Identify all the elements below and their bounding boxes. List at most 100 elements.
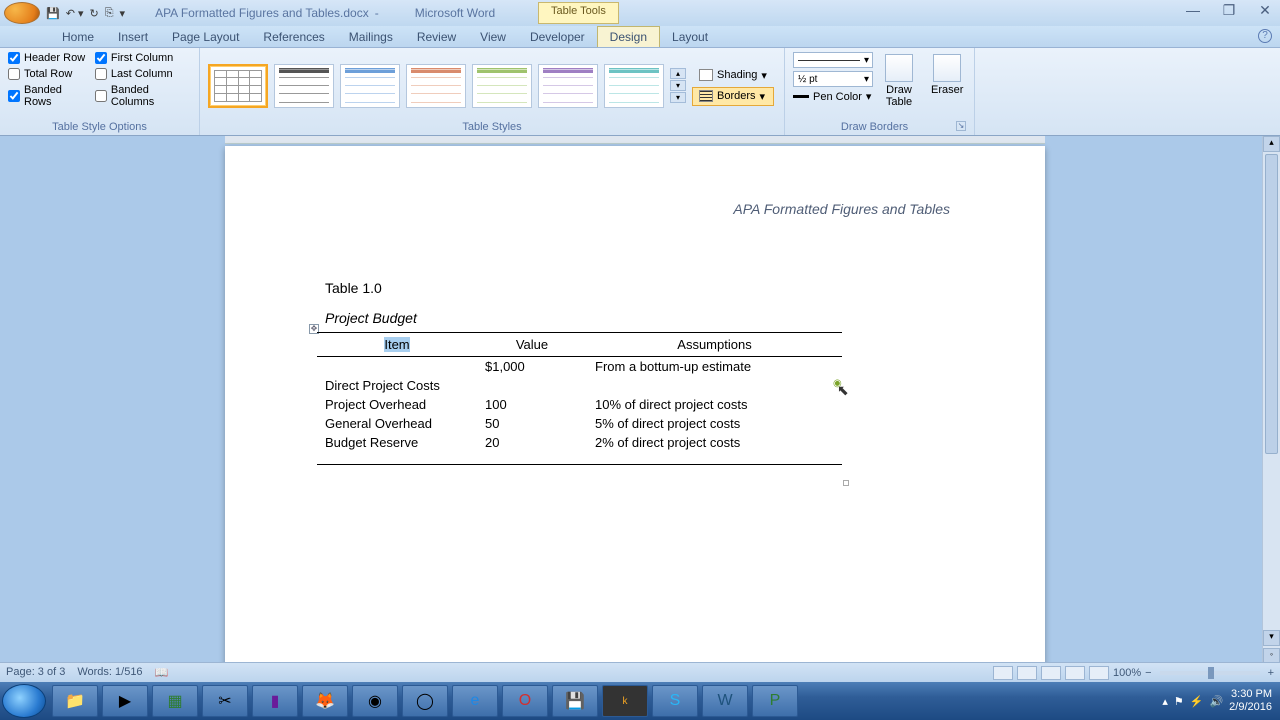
cursor-icon: ⬉	[837, 382, 849, 399]
tab-view[interactable]: View	[468, 27, 518, 47]
tab-design[interactable]: Design	[597, 26, 660, 47]
borders-button[interactable]: Borders ▾	[692, 87, 774, 106]
proofing-icon[interactable]: 📖	[155, 666, 169, 679]
scroll-thumb[interactable]	[1265, 154, 1278, 454]
maximize-button[interactable]: ❐	[1218, 3, 1240, 19]
chk-first-column[interactable]: First Column	[95, 52, 191, 64]
print-layout-view-button[interactable]	[993, 666, 1013, 680]
document-area: APA Formatted Figures and Tables Table 1…	[0, 136, 1280, 682]
tab-mailings[interactable]: Mailings	[337, 27, 405, 47]
undo-icon[interactable]: ↶ ▾	[66, 7, 84, 20]
shading-button[interactable]: Shading ▾	[692, 66, 774, 85]
title-bar: 💾 ↶ ▾ ↻ ⎘ ▾ APA Formatted Figures and Ta…	[0, 0, 1280, 26]
table-tools-context-tab: Table Tools	[538, 2, 619, 24]
page-indicator[interactable]: Page: 3 of 3	[6, 666, 65, 679]
taskbar-explorer-icon[interactable]: 📁	[52, 685, 98, 717]
qat-dropdown-icon[interactable]: ▾	[120, 7, 126, 20]
word-count[interactable]: Words: 1/516	[77, 666, 142, 679]
pen-color-button[interactable]: Pen Color ▾	[793, 90, 873, 103]
chk-last-column[interactable]: Last Column	[95, 68, 191, 80]
budget-table[interactable]: Item Value Assumptions $1,000From a bott…	[317, 332, 842, 465]
chk-header-row[interactable]: Header Row	[8, 52, 89, 64]
close-button[interactable]: ✕	[1254, 3, 1276, 19]
tab-developer[interactable]: Developer	[518, 27, 597, 47]
tab-home[interactable]: Home	[50, 27, 106, 47]
tab-insert[interactable]: Insert	[106, 27, 160, 47]
tray-network-icon[interactable]: ⚡	[1190, 695, 1204, 708]
taskbar-excel-icon[interactable]: ▦	[152, 685, 198, 717]
draw-table-button[interactable]: Draw Table	[879, 52, 919, 110]
taskbar-skype-icon[interactable]: S	[652, 685, 698, 717]
taskbar-hp-icon[interactable]: ◉	[352, 685, 398, 717]
tab-review[interactable]: Review	[405, 27, 468, 47]
line-style-selector[interactable]: ▾	[793, 52, 873, 68]
web-layout-view-button[interactable]	[1041, 666, 1061, 680]
tab-layout[interactable]: Layout	[660, 27, 720, 47]
zoom-in-button[interactable]: +	[1268, 667, 1274, 679]
table-style-thumb[interactable]	[406, 64, 466, 108]
table-style-thumb[interactable]	[340, 64, 400, 108]
group-label-style-options: Table Style Options	[8, 119, 191, 133]
tray-volume-icon[interactable]: 🔊	[1209, 695, 1223, 708]
tray-clock[interactable]: 3:30 PM 2/9/2016	[1229, 688, 1272, 714]
taskbar-firefox-icon[interactable]: 🦊	[302, 685, 348, 717]
redo-icon[interactable]: ↻	[90, 7, 99, 20]
scroll-down-button[interactable]: ▾	[1263, 630, 1280, 646]
tray-flag-icon[interactable]: ⚑	[1174, 695, 1184, 708]
taskbar-opera-icon[interactable]: O	[502, 685, 548, 717]
end-of-cell-mark	[843, 480, 849, 486]
chk-banded-columns[interactable]: Banded Columns	[95, 84, 191, 108]
table-row: $1,000From a bottum-up estimate	[317, 357, 842, 377]
ribbon: Header Row Total Row Banded Rows First C…	[0, 48, 1280, 136]
taskbar-word-icon[interactable]: W	[702, 685, 748, 717]
table-number-label: Table 1.0	[325, 280, 382, 296]
document-page[interactable]: APA Formatted Figures and Tables Table 1…	[225, 146, 1045, 676]
zoom-slider[interactable]	[1160, 671, 1260, 675]
tab-references[interactable]: References	[251, 27, 336, 47]
table-style-thumb[interactable]	[538, 64, 598, 108]
scroll-up-button[interactable]: ▴	[1263, 136, 1280, 152]
tray-up-icon[interactable]: ▴	[1162, 695, 1168, 708]
pencil-table-icon	[885, 54, 913, 82]
help-button[interactable]: ?	[1258, 29, 1272, 43]
ribbon-tabs: Home Insert Page Layout References Maili…	[0, 26, 1280, 48]
start-button[interactable]	[2, 684, 46, 718]
full-screen-view-button[interactable]	[1017, 666, 1037, 680]
vertical-scrollbar[interactable]: ▴ ▾ ◦ ▾	[1262, 136, 1280, 682]
taskbar-onenote-icon[interactable]: ▮	[252, 685, 298, 717]
th-assumptions: Assumptions	[587, 333, 842, 357]
table-style-thumb[interactable]	[208, 64, 268, 108]
outline-view-button[interactable]	[1065, 666, 1085, 680]
table-style-thumb[interactable]	[472, 64, 532, 108]
system-tray: ▴ ⚑ ⚡ 🔊 3:30 PM 2/9/2016	[1162, 688, 1280, 714]
qat-icon[interactable]: ⎘	[105, 7, 114, 20]
chk-banded-rows[interactable]: Banded Rows	[8, 84, 89, 108]
gallery-scroll-down[interactable]: ▾	[670, 80, 686, 91]
chk-total-row[interactable]: Total Row	[8, 68, 89, 80]
windows-taskbar: 📁 ▶ ▦ ✂ ▮ 🦊 ◉ ◯ e O 💾 k S W P ▴ ⚑ ⚡ 🔊 3:…	[0, 682, 1280, 720]
group-label-table-styles: Table Styles	[208, 119, 776, 133]
taskbar-ie-icon[interactable]: e	[452, 685, 498, 717]
office-button[interactable]	[4, 2, 40, 24]
zoom-out-button[interactable]: −	[1145, 667, 1151, 679]
taskbar-kindle-icon[interactable]: k	[602, 685, 648, 717]
table-style-thumb[interactable]	[274, 64, 334, 108]
taskbar-chrome-icon[interactable]: ◯	[402, 685, 448, 717]
table-style-thumb[interactable]	[604, 64, 664, 108]
taskbar-snip-icon[interactable]: ✂	[202, 685, 248, 717]
status-bar: Page: 3 of 3 Words: 1/516 📖 100% − +	[0, 662, 1280, 682]
dialog-launcher-icon[interactable]: ↘	[956, 121, 966, 131]
save-icon[interactable]: 💾	[46, 7, 60, 20]
tab-page-layout[interactable]: Page Layout	[160, 27, 251, 47]
table-caption: Project Budget	[325, 310, 417, 326]
taskbar-media-icon[interactable]: ▶	[102, 685, 148, 717]
zoom-level[interactable]: 100%	[1113, 667, 1141, 679]
taskbar-project-icon[interactable]: P	[752, 685, 798, 717]
draft-view-button[interactable]	[1089, 666, 1109, 680]
line-weight-selector[interactable]: ½ pt▾	[793, 71, 873, 87]
gallery-more-button[interactable]: ▾	[670, 92, 686, 103]
minimize-button[interactable]: ―	[1182, 3, 1204, 19]
taskbar-app-icon[interactable]: 💾	[552, 685, 598, 717]
gallery-scroll-up[interactable]: ▴	[670, 68, 686, 79]
eraser-button[interactable]: Eraser	[925, 52, 969, 98]
